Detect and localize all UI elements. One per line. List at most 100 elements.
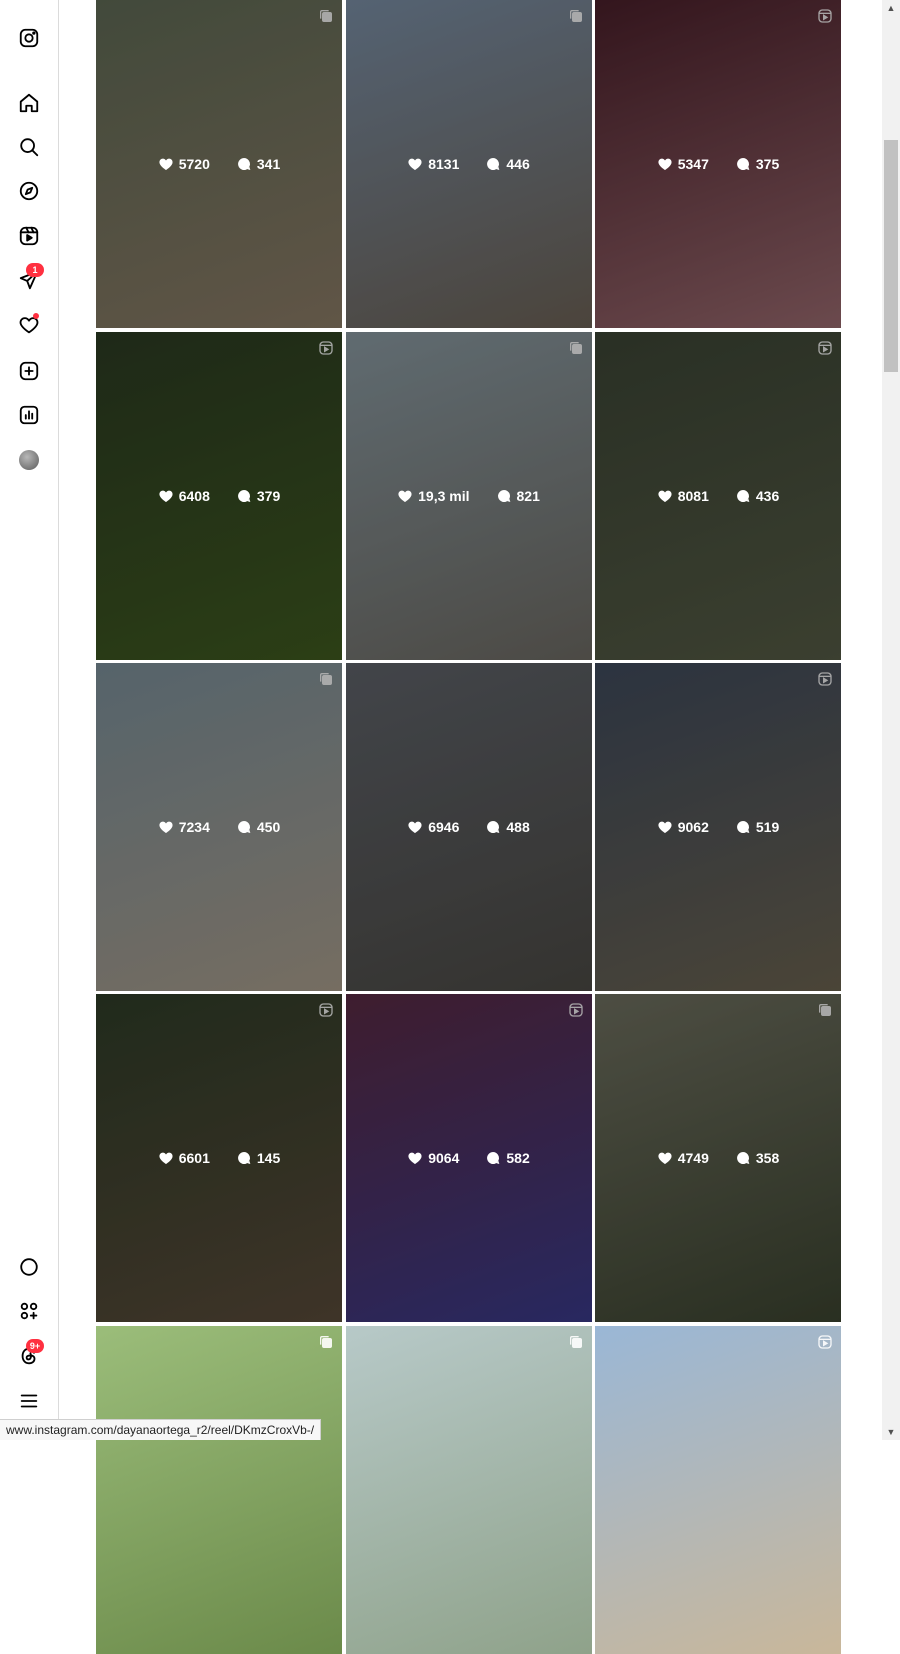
heart-icon [158,1150,174,1166]
more-menu-icon [18,1390,40,1412]
nav-messages-button[interactable]: 1 [12,263,46,297]
notification-dot [33,313,39,319]
post-tile[interactable]: 6408 379 [96,331,342,660]
comments-count: 821 [516,487,540,504]
post-tile[interactable]: 8131 446 [345,0,592,329]
likes-count: 6946 [428,818,460,835]
notification-badge: 1 [26,263,44,277]
comments-stat: 488 [485,818,530,835]
heart-icon [657,156,673,172]
comments-stat: 436 [735,488,779,504]
likes-count: 19,3 mil [418,487,470,504]
post-tile[interactable] [96,1325,342,1654]
meta-ai-icon [18,1256,40,1278]
heart-icon [397,488,413,504]
carousel-icon [318,1334,334,1350]
heart-icon [158,488,174,504]
post-stats-overlay: 4749 358 [595,994,841,1323]
nav-reels-button[interactable] [12,219,46,253]
likes-stat: 6601 [158,1150,210,1166]
post-tile[interactable]: 19,3 mil 821 [345,331,592,660]
explore-compass-icon [18,180,40,202]
heart-icon [158,819,174,835]
comments-stat: 519 [735,819,779,835]
likes-stat: 19,3 mil [397,487,470,504]
nav-profile-avatar-button[interactable] [12,443,46,477]
likes-stat: 6946 [407,819,459,835]
nav-home-button[interactable] [12,86,46,120]
comments-count: 436 [755,487,780,504]
vertical-scrollbar[interactable]: ▲ ▼ [882,0,900,1440]
post-stats-overlay: 9064 582 [345,994,592,1323]
comments-count: 488 [506,818,530,835]
reel-icon [817,1334,833,1350]
likes-stat: 5347 [657,156,709,172]
nav-instagram-logo-button[interactable] [12,21,46,55]
likes-count: 6408 [178,487,210,504]
sidebar-nav: 1 9+ [0,0,59,1440]
comments-stat: 145 [236,1150,280,1166]
nav-threads-button[interactable]: 9+ [12,1339,46,1373]
search-icon [18,136,40,158]
scroll-down-arrow-icon[interactable]: ▼ [882,1424,900,1440]
post-stats-overlay: 5347 375 [595,0,841,329]
heart-icon [407,819,423,835]
heart-icon [407,1150,423,1166]
comments-count: 450 [256,818,281,835]
likes-stat: 9062 [657,819,709,835]
heart-icon [657,819,673,835]
comments-stat: 379 [236,488,280,504]
comment-icon [735,819,751,835]
nav-meta-ai-button[interactable] [12,1250,46,1284]
likes-count: 8081 [677,487,709,504]
comment-icon [735,488,751,504]
comment-icon [485,819,501,835]
nav-notifications-heart-button[interactable] [12,308,46,342]
carousel-icon [568,1334,584,1350]
likes-count: 5720 [178,156,210,173]
comments-count: 358 [755,1150,780,1167]
post-stats-overlay: 8081 436 [595,331,841,660]
likes-stat: 9064 [407,1150,459,1166]
post-tile[interactable]: 9062 519 [595,662,841,991]
nav-create-plus-button[interactable] [12,354,46,388]
post-tile[interactable]: 8081 436 [595,331,841,660]
comment-icon [496,488,512,504]
nav-dashboard-button[interactable] [12,398,46,432]
comment-icon [236,1150,252,1166]
post-stats-overlay: 6601 145 [96,994,342,1323]
likes-stat: 6408 [158,488,210,504]
post-stats-overlay: 6946 488 [345,662,592,991]
post-tile[interactable] [595,1325,841,1654]
comment-icon [236,488,252,504]
comments-stat: 358 [735,1150,779,1166]
post-tile[interactable] [345,1325,592,1654]
nav-explore-compass-button[interactable] [12,174,46,208]
post-tile[interactable]: 6946 488 [345,662,592,991]
dashboard-icon [18,404,40,426]
nav-search-button[interactable] [12,130,46,164]
scroll-thumb[interactable] [884,140,898,372]
instagram-logo-icon [18,27,40,49]
post-tile[interactable]: 6601 145 [96,994,342,1323]
comments-stat: 341 [236,156,280,172]
notification-badge: 9+ [26,1339,44,1353]
post-tile[interactable]: 9064 582 [345,994,592,1323]
likes-stat: 5720 [158,156,210,172]
comments-stat: 821 [496,488,540,504]
comments-stat: 450 [236,819,280,835]
scroll-up-arrow-icon[interactable]: ▲ [882,0,900,16]
post-tile[interactable]: 4749 358 [595,994,841,1323]
post-tile[interactable]: 7234 450 [96,662,342,991]
post-stats-overlay: 8131 446 [345,0,592,329]
likes-count: 9062 [677,818,709,835]
post-tile[interactable]: 5720 341 [96,0,342,329]
comment-icon [735,1150,751,1166]
comment-icon [236,156,252,172]
nav-more-menu-button[interactable] [12,1384,46,1418]
nav-also-from-meta-button[interactable] [12,1294,46,1328]
post-tile[interactable]: 5347 375 [595,0,841,329]
comments-count: 582 [506,1150,530,1167]
comments-count: 379 [256,487,281,504]
comments-count: 519 [755,818,780,835]
